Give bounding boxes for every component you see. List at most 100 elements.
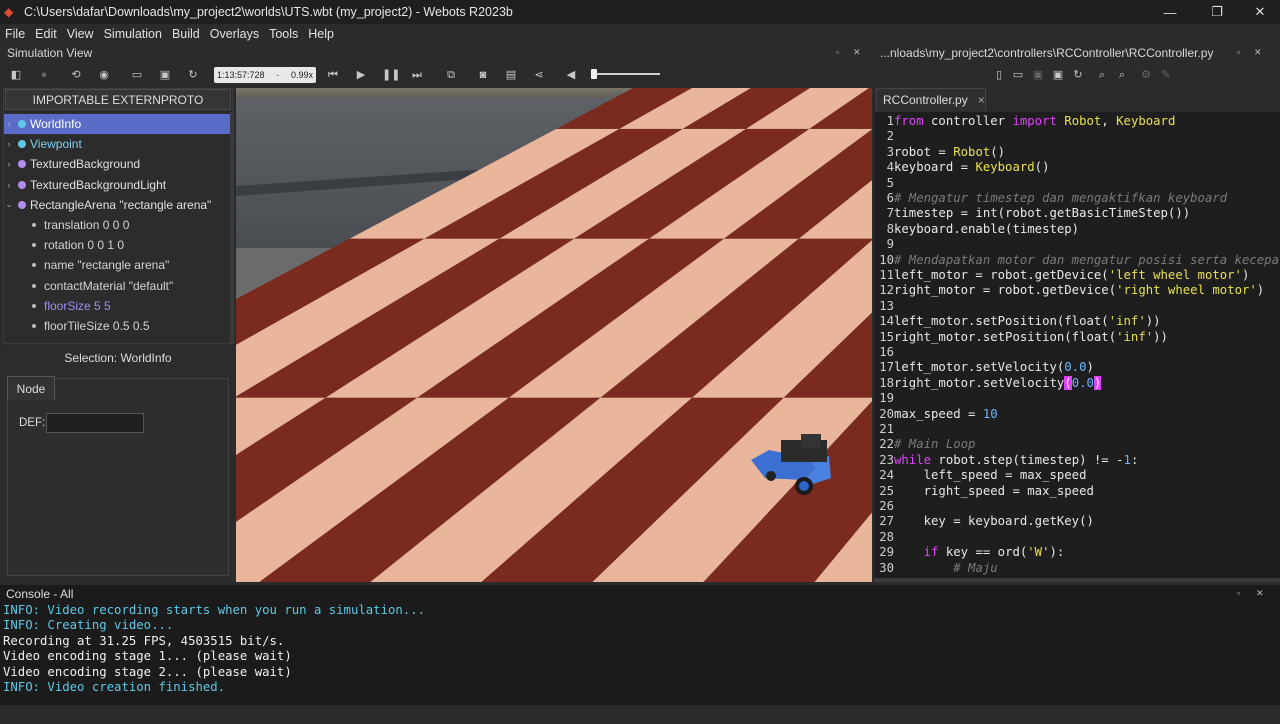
code-line[interactable]: 2 [874,129,894,144]
code-line[interactable]: 15right_motor.setPosition(float('inf')) [874,330,1168,345]
code-line[interactable]: 10# Mendapatkan motor dan mengatur posis… [874,253,1280,268]
code-line[interactable]: 30 # Maju [874,561,997,576]
expand-arrow-icon[interactable]: › [4,119,14,129]
menu-tools[interactable]: Tools [264,27,303,41]
minimize-button[interactable]: — [1150,0,1190,24]
save-file-icon[interactable]: ▣ [1031,68,1045,82]
new-file-icon[interactable]: ▯ [992,68,1006,82]
fullscreen-icon[interactable]: ⧉ [444,68,458,82]
code-line[interactable]: 23while robot.step(timestep) != -1: [874,453,1138,468]
scene-tree-node[interactable]: ⌄ RectangleArena "rectangle arena" [4,195,230,215]
simulation-3d-viewport[interactable] [236,88,872,582]
build-icon[interactable]: ⚙ [1139,68,1153,82]
tab-node[interactable]: Node [7,376,55,400]
scene-tree-node[interactable]: › TexturedBackground [4,154,230,174]
scene-tree-field[interactable]: name "rectangle arena" [4,255,230,275]
code-line[interactable]: 11left_motor = robot.getDevice('left whe… [874,268,1249,283]
toggle-scene-tree-icon[interactable]: ◧ [9,68,23,82]
code-line[interactable]: 9 [874,237,894,252]
scene-tree-node[interactable]: › Viewpoint [4,134,230,154]
maximize-button[interactable]: ❐ [1197,0,1237,24]
expand-arrow-icon[interactable]: › [4,139,14,149]
open-file-icon[interactable]: ▭ [1011,68,1025,82]
expand-arrow-icon[interactable]: › [4,180,14,190]
code-line[interactable]: 5 [874,176,894,191]
scene-tree-field[interactable]: translation 0 0 0 [4,215,230,235]
fast-forward-icon[interactable]: ⏭ [410,68,424,82]
code-line[interactable]: 4keyboard = Keyboard() [874,160,1050,175]
volume-slider[interactable] [594,73,660,75]
scene-tree-node[interactable]: › TexturedBackgroundLight [4,175,230,195]
code-line[interactable]: 19 [874,391,894,406]
run-icon[interactable]: ▶ [354,68,368,82]
code-line[interactable]: 29 if key == ord('W'): [874,545,1064,560]
menu-help[interactable]: Help [303,27,339,41]
code-line[interactable]: 18right_motor.setVelocity(0.0) [874,375,1102,391]
menu-file[interactable]: File [0,27,30,41]
code-line[interactable]: 27 key = keyboard.getKey() [874,514,1094,529]
code-line[interactable]: 6# Mengatur timestep dan mengaktifkan ke… [874,191,1228,206]
editor-close-button[interactable]: ✕ [1254,47,1262,58]
code-line[interactable]: 13 [874,299,894,314]
close-button[interactable]: ✕ [1240,0,1280,24]
line-number: 8 [886,221,894,236]
code-line[interactable]: 12right_motor = robot.getDevice('right w… [874,283,1264,298]
clean-icon[interactable]: ✎ [1159,68,1173,82]
code-line[interactable]: 20max_speed = 10 [874,407,997,422]
reload-world-icon[interactable]: ⟲ [69,68,83,82]
volume-icon[interactable]: ◀ [564,68,578,82]
screenshot-icon[interactable]: ◙ [476,68,490,82]
find-icon[interactable]: ⌕ [1095,68,1109,82]
scene-tree-field[interactable]: floorSize 5 5 [4,296,230,316]
menu-simulation[interactable]: Simulation [99,27,167,41]
code-line[interactable]: 3robot = Robot() [874,145,1005,160]
menu-view[interactable]: View [62,27,99,41]
def-input[interactable] [46,413,144,433]
sim-close-button[interactable]: ✕ [853,47,861,58]
scene-tree-node[interactable]: › WorldInfo [4,114,230,134]
scene-tree-field[interactable]: floorTileSize 0.5 0.5 [4,316,230,336]
console-close-button[interactable]: ✕ [1256,588,1264,599]
expand-arrow-icon[interactable]: › [4,159,14,169]
step-back-icon[interactable]: ⏮ [326,68,340,82]
code-editor[interactable]: 1from controller import Robot, Keyboard 2… [874,112,1280,578]
pause-icon[interactable]: ❚❚ [382,68,400,82]
code-line[interactable]: 14left_motor.setPosition(float('inf')) [874,314,1160,329]
code-line[interactable]: 24 left_speed = max_speed [874,468,1086,483]
add-node-icon[interactable]: ● [37,68,51,82]
code-line[interactable]: 7timestep = int(robot.getBasicTimeStep()… [874,206,1191,221]
open-world-icon[interactable]: ▭ [130,68,144,82]
expand-arrow-icon[interactable]: ⌄ [4,199,14,210]
editor-float-button[interactable]: ▫ [1237,47,1240,57]
code-line[interactable]: 16 [874,345,894,360]
replace-icon[interactable]: ⌕ [1115,68,1129,82]
code-line[interactable]: 22# Main Loop [874,437,975,452]
save-all-icon[interactable]: ▣ [1051,68,1065,82]
code-line[interactable]: 25 right_speed = max_speed [874,484,1094,499]
code-line[interactable]: 28 [874,530,894,545]
editor-tab-close-icon[interactable]: × [978,93,985,107]
menu-overlays[interactable]: Overlays [205,27,264,41]
sim-float-button[interactable]: ▫ [836,47,839,57]
scene-tree-field[interactable]: contactMaterial "default" [4,276,230,296]
scene-tree-scrollbar[interactable] [230,112,234,344]
save-world-icon[interactable]: ▣ [158,68,172,82]
volume-slider-handle[interactable] [591,69,597,79]
code-line[interactable]: 21 [874,422,894,437]
code-line[interactable]: 1from controller import Robot, Keyboard [874,114,1176,129]
revert-icon[interactable]: ↻ [1071,68,1085,82]
editor-tab[interactable]: RCController.py × [876,88,986,111]
record-video-icon[interactable]: ▤ [504,68,518,82]
menu-edit[interactable]: Edit [30,27,62,41]
importable-externproto-button[interactable]: IMPORTABLE EXTERNPROTO [5,89,231,110]
code-line[interactable]: 8keyboard.enable(timestep) [874,221,1080,237]
code-line[interactable]: 26 [874,499,894,514]
share-icon[interactable]: ⋖ [532,68,546,82]
scene-tree-field[interactable]: rotation 0 0 1 0 [4,235,230,255]
menu-build[interactable]: Build [167,27,205,41]
view-icon[interactable]: ◉ [97,68,111,82]
code-line[interactable]: 17left_motor.setVelocity(0.0) [874,360,1094,375]
editor-horizontal-scrollbar[interactable] [874,578,1280,582]
console-float-button[interactable]: ▫ [1237,588,1240,598]
reset-simulation-icon[interactable]: ↻ [186,68,200,82]
